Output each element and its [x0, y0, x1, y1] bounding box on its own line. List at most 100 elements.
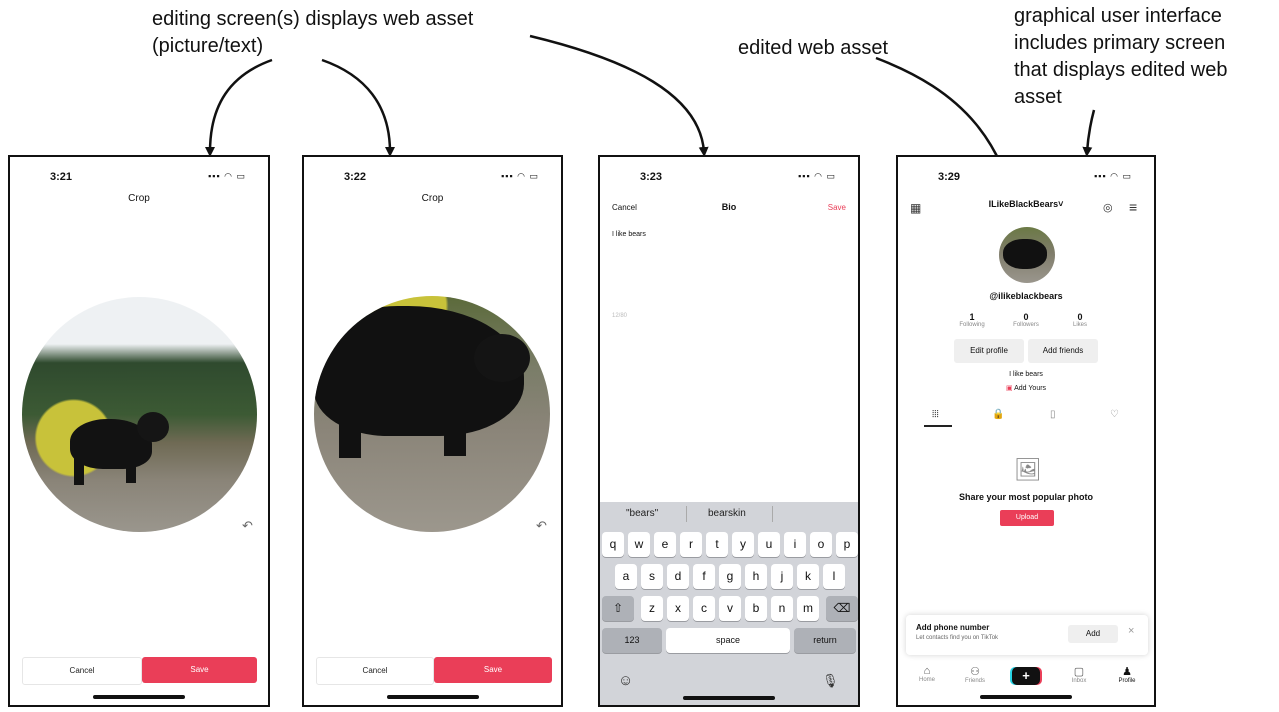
cancel-button[interactable]: Cancel [22, 657, 142, 685]
stat-likes[interactable]: 0 Likes [1060, 312, 1100, 328]
save-button[interactable]: Save [434, 657, 552, 683]
key-k[interactable]: k [797, 564, 819, 589]
grid-tab-icon[interactable]: ⦙⦙⦙ [932, 409, 939, 420]
inbox-icon: ▢ [1073, 666, 1085, 678]
undo-icon[interactable]: ↶ [536, 518, 547, 534]
status-icons: ▪▪▪ ◠ ▭ [501, 171, 539, 181]
stat-followers[interactable]: 0 Followers [1006, 312, 1046, 328]
key-o[interactable]: o [810, 532, 832, 557]
key-e[interactable]: e [654, 532, 676, 557]
home-indicator [93, 695, 185, 699]
add-friends-button[interactable]: Add friends [1028, 339, 1098, 363]
key-v[interactable]: v [719, 596, 741, 621]
key-r[interactable]: r [680, 532, 702, 557]
bio-title: Bio [721, 202, 737, 212]
microphone-icon[interactable]: 🎙 [822, 673, 839, 689]
create-button[interactable]: + [1012, 667, 1040, 685]
profile-icon: ♟ [1122, 666, 1132, 678]
keyboard: "bears" bearskin q w e r t y u i o p a s… [600, 502, 858, 705]
key-s[interactable]: s [641, 564, 663, 589]
friends-icon: ⚇ [970, 666, 980, 678]
status-time: 3:21 [50, 171, 73, 183]
numbers-key[interactable]: 123 [602, 628, 662, 653]
key-j[interactable]: j [771, 564, 793, 589]
save-link[interactable]: Save [828, 203, 846, 212]
home-indicator [683, 696, 775, 700]
annotation-edited-asset: edited web asset [738, 37, 889, 59]
key-l[interactable]: l [823, 564, 845, 589]
menu-icon[interactable]: ≡ [1129, 199, 1137, 215]
add-yours-icon: ▣ [1005, 385, 1013, 392]
key-g[interactable]: g [719, 564, 741, 589]
shift-key[interactable]: ⇧ [602, 596, 634, 621]
add-phone-button[interactable]: Add [1068, 625, 1118, 643]
suggestion-2[interactable]: bearskin [708, 508, 746, 519]
arrow-to-screen1 [205, 58, 273, 157]
profile-avatar[interactable] [999, 227, 1055, 283]
suggestion-1[interactable]: "bears" [626, 508, 658, 519]
undo-icon[interactable]: ↶ [242, 518, 253, 534]
liked-tab-icon[interactable]: ♡ [1110, 409, 1119, 420]
key-u[interactable]: u [758, 532, 780, 557]
space-key[interactable]: space [666, 628, 790, 653]
key-f[interactable]: f [693, 564, 715, 589]
status-time: 3:23 [640, 171, 663, 183]
key-a[interactable]: a [615, 564, 637, 589]
save-button[interactable]: Save [142, 657, 257, 683]
key-b[interactable]: b [745, 596, 767, 621]
profile-bio: I like bears [1009, 371, 1043, 378]
status-icons: ▪▪▪ ◠ ▭ [208, 171, 246, 181]
key-y[interactable]: y [732, 532, 754, 557]
backspace-key[interactable]: ⌫ [826, 596, 858, 621]
nav-inbox[interactable]: ▢ Inbox [1064, 665, 1094, 684]
status-icons: ▪▪▪ ◠ ▭ [798, 171, 836, 181]
phone-screen-profile: 3:29 ▪▪▪ ◠ ▭ ▦ ILikeBlackBears˅ ◎ ≡ @ili… [896, 155, 1156, 707]
upload-button[interactable]: Upload [1000, 510, 1054, 526]
key-d[interactable]: d [667, 564, 689, 589]
add-phone-title: Add phone number [916, 623, 990, 632]
key-m[interactable]: m [797, 596, 819, 621]
bottom-nav: ⌂ Home ⚇ Friends + ▢ Inbox ♟ Profile [898, 665, 1154, 697]
edit-profile-button[interactable]: Edit profile [954, 339, 1024, 363]
arrow-to-screen4 [1082, 109, 1096, 157]
status-icons: ▪▪▪ ◠ ▭ [1094, 171, 1132, 181]
username-header[interactable]: ILikeBlackBears˅ [898, 199, 1154, 209]
stat-following[interactable]: 1 Following [952, 312, 992, 328]
key-q[interactable]: q [602, 532, 624, 557]
creator-tools-icon[interactable]: ◎ [1103, 201, 1113, 214]
photo-placeholder-icon: 🖼 [1014, 457, 1042, 482]
close-icon[interactable]: × [1128, 625, 1134, 637]
cancel-button[interactable]: Cancel [316, 657, 434, 685]
annotation-gui-primary: graphical user interface includes primar… [1014, 5, 1228, 108]
private-tab-icon[interactable]: 🔒 [992, 409, 1004, 420]
annotation-editing-screens: editing screen(s) displays web asset (pi… [152, 8, 474, 57]
add-phone-subtitle: Let contacts find you on TikTok [916, 635, 999, 641]
crop-photo[interactable] [22, 297, 257, 532]
empty-state-title: Share your most popular photo [958, 492, 1093, 502]
nav-profile[interactable]: ♟ Profile [1112, 665, 1142, 684]
profile-handle: @ilikeblackbears [989, 291, 1063, 301]
key-p[interactable]: p [836, 532, 858, 557]
home-indicator [980, 695, 1072, 699]
return-key[interactable]: return [794, 628, 856, 653]
key-n[interactable]: n [771, 596, 793, 621]
key-c[interactable]: c [693, 596, 715, 621]
key-i[interactable]: i [784, 532, 806, 557]
nav-home[interactable]: ⌂ Home [912, 665, 942, 683]
add-yours-link[interactable]: ▣ Add Yours [898, 384, 1154, 392]
nav-friends[interactable]: ⚇ Friends [960, 665, 990, 684]
arrow-to-screen3 [529, 34, 709, 157]
phone-screen-crop-1: 3:21 ▪▪▪ ◠ ▭ Crop ↶ Cancel Save [8, 155, 270, 707]
key-h[interactable]: h [745, 564, 767, 589]
home-icon: ⌂ [923, 665, 931, 677]
key-w[interactable]: w [628, 532, 650, 557]
emoji-icon[interactable]: ☺ [618, 672, 633, 689]
key-x[interactable]: x [667, 596, 689, 621]
bio-text-input[interactable]: I like bears [612, 231, 646, 238]
key-t[interactable]: t [706, 532, 728, 557]
crop-title: Crop [128, 193, 150, 204]
key-z[interactable]: z [641, 596, 663, 621]
char-counter: 12/80 [612, 313, 628, 319]
reposts-tab-icon[interactable]: ▯ [1050, 409, 1056, 420]
crop-photo[interactable] [314, 296, 550, 532]
